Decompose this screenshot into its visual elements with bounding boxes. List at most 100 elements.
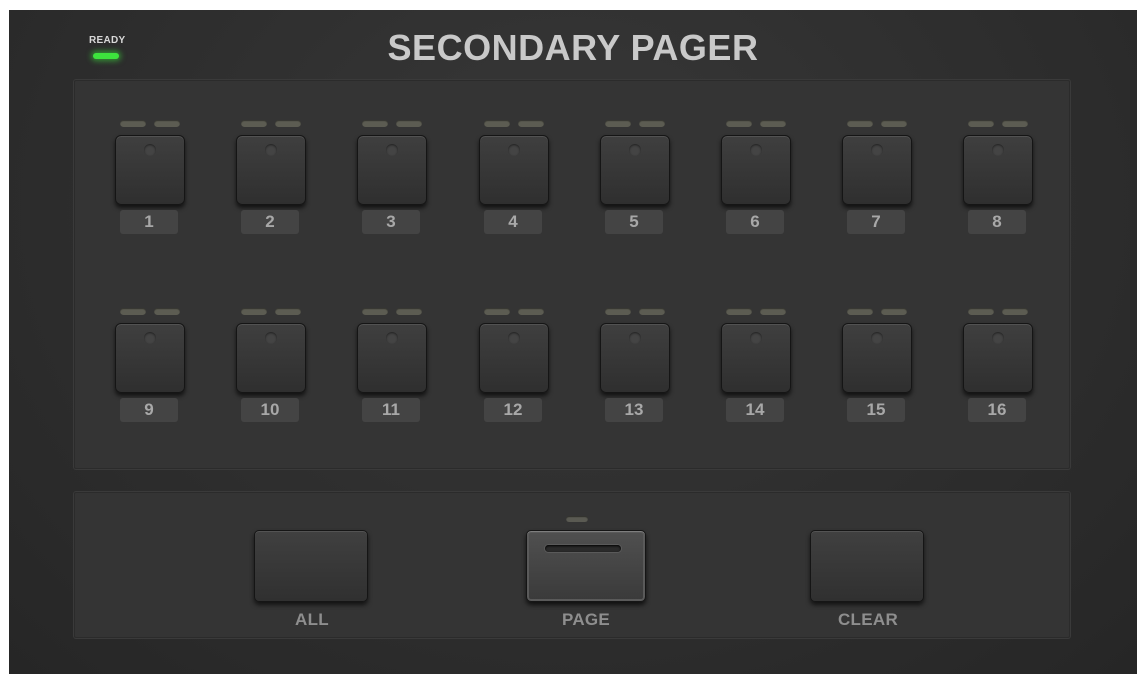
channel-led-pair [716,308,796,316]
led-indicator [396,120,422,127]
channel-cell-11: 11 [352,308,432,438]
led-indicator [847,120,873,127]
channel-cell-15: 15 [837,308,917,438]
channel-label-1: 1 [120,210,178,234]
led-indicator [275,120,301,127]
channel-button-12[interactable] [479,323,549,393]
led-indicator [396,308,422,315]
page-title: SECONDARY PAGER [387,27,759,68]
channel-led-pair [958,308,1038,316]
channel-button-6[interactable] [721,135,791,205]
channel-grid-panel: 1 2 3 4 5 6 7 8 9 10 11 12 13 14 15 16 [74,80,1070,469]
channel-label-3: 3 [362,210,420,234]
led-indicator [726,120,752,127]
channel-button-16[interactable] [963,323,1033,393]
channel-button-2[interactable] [236,135,306,205]
channel-button-1[interactable] [115,135,185,205]
channel-button-10[interactable] [236,323,306,393]
all-label: ALL [295,610,329,629]
led-indicator [1002,308,1028,315]
channel-label-15: 15 [847,398,905,422]
channel-cell-2: 2 [231,120,311,250]
button-dot [386,144,398,156]
channel-led-pair [110,308,190,316]
button-dot [144,144,156,156]
button-dot [386,332,398,344]
led-indicator [120,308,146,315]
channel-led-pair [837,308,917,316]
led-indicator [518,308,544,315]
channel-cell-3: 3 [352,120,432,250]
button-dot [629,144,641,156]
page-slot-icon [545,545,621,552]
led-indicator [362,120,388,127]
led-indicator [605,120,631,127]
channel-cell-4: 4 [474,120,554,250]
channel-button-7[interactable] [842,135,912,205]
led-indicator [605,308,631,315]
channel-cell-6: 6 [716,120,796,250]
led-indicator [760,308,786,315]
channel-button-14[interactable] [721,323,791,393]
button-dot [508,144,520,156]
led-indicator [484,308,510,315]
channel-led-pair [595,120,675,128]
led-indicator [275,308,301,315]
page-button[interactable] [526,530,646,602]
led-indicator [968,120,994,127]
led-indicator [1002,120,1028,127]
channel-label-6: 6 [726,210,784,234]
clear-button[interactable] [810,530,924,602]
channel-button-5[interactable] [600,135,670,205]
channel-cell-10: 10 [231,308,311,438]
led-indicator [362,308,388,315]
channel-button-15[interactable] [842,323,912,393]
channel-led-pair [474,120,554,128]
clear-label: CLEAR [837,610,899,629]
all-button[interactable] [254,530,368,602]
led-indicator [154,120,180,127]
channel-cell-13: 13 [595,308,675,438]
channel-led-pair [352,308,432,316]
channel-button-8[interactable] [963,135,1033,205]
channel-label-10: 10 [241,398,299,422]
channel-label-4: 4 [484,210,542,234]
page-label: PAGE [561,610,611,629]
channel-button-4[interactable] [479,135,549,205]
led-indicator [120,120,146,127]
button-dot [750,144,762,156]
led-indicator [241,120,267,127]
channel-cell-7: 7 [837,120,917,250]
led-indicator [639,308,665,315]
button-dot [629,332,641,344]
channel-led-pair [837,120,917,128]
led-indicator [484,120,510,127]
button-dot [265,144,277,156]
led-indicator [518,120,544,127]
button-dot [992,332,1004,344]
channel-button-11[interactable] [357,323,427,393]
button-dot [871,332,883,344]
button-dot [265,332,277,344]
channel-label-7: 7 [847,210,905,234]
channel-button-9[interactable] [115,323,185,393]
channel-cell-5: 5 [595,120,675,250]
channel-label-8: 8 [968,210,1026,234]
channel-button-13[interactable] [600,323,670,393]
channel-cell-8: 8 [958,120,1038,250]
led-indicator [726,308,752,315]
channel-label-5: 5 [605,210,663,234]
button-dot [508,332,520,344]
button-dot [992,144,1004,156]
channel-label-12: 12 [484,398,542,422]
channel-button-3[interactable] [357,135,427,205]
button-dot [144,332,156,344]
channel-label-13: 13 [605,398,663,422]
channel-label-16: 16 [968,398,1026,422]
page-led-indicator [566,516,588,522]
led-indicator [968,308,994,315]
channel-led-pair [474,308,554,316]
led-indicator [154,308,180,315]
channel-label-9: 9 [120,398,178,422]
channel-led-pair [958,120,1038,128]
